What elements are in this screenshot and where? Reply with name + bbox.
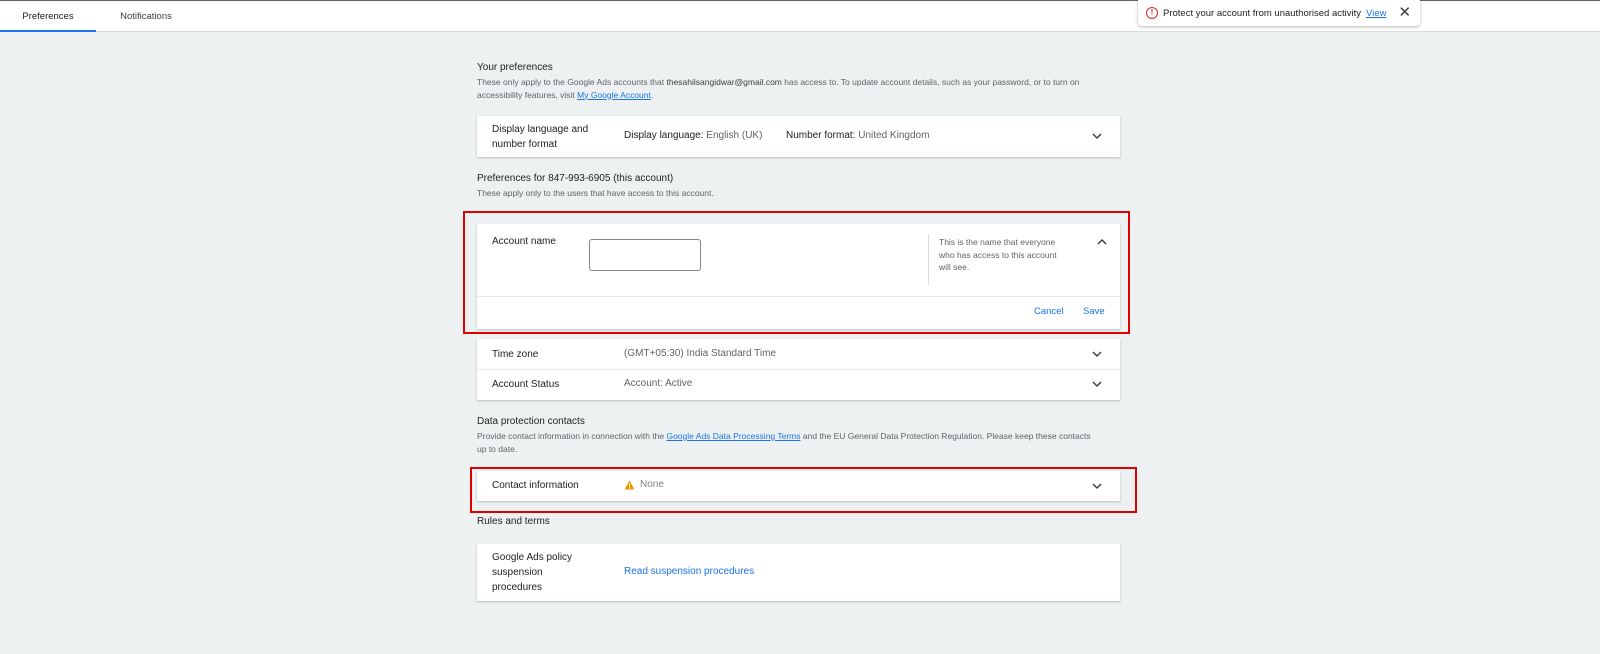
close-icon[interactable]: ✕ — [1398, 5, 1411, 20]
account-status-row[interactable]: Account Status Account: Active — [477, 370, 1120, 400]
display-language-label: Display language and number format — [492, 122, 588, 152]
tab-preferences-label: Preferences — [22, 11, 74, 22]
label-line: Google Ads policy — [492, 552, 573, 563]
contact-information-label: Contact information — [492, 480, 579, 491]
language-key: Display language: — [624, 130, 704, 141]
security-alert-toast: ! Protect your account from unauthorised… — [1138, 0, 1420, 26]
tab-preferences[interactable]: Preferences — [0, 1, 96, 32]
language-value: English (UK) — [706, 130, 763, 141]
active-tab-indicator — [0, 30, 96, 32]
display-language-value: Display language: English (UK) — [624, 130, 762, 141]
account-preferences-description: These apply only to the users that have … — [477, 188, 714, 198]
desc-text: These only apply to the Google Ads accou… — [477, 77, 667, 87]
tab-notifications-label: Notifications — [120, 11, 172, 22]
time-zone-value: (GMT+05:30) India Standard Time — [624, 348, 777, 359]
label-line: procedures — [492, 582, 543, 593]
chevron-down-icon[interactable] — [1090, 129, 1104, 143]
rules-terms-heading: Rules and terms — [477, 516, 550, 527]
time-zone-label: Time zone — [492, 349, 539, 360]
account-name-editor: Account name This is the name that every… — [477, 224, 1120, 329]
label-line: number format — [492, 139, 558, 150]
desc-text: Provide contact information in connectio… — [477, 431, 667, 441]
data-protection-heading: Data protection contacts — [477, 416, 585, 427]
label-line: Display language and — [492, 124, 589, 135]
time-zone-row[interactable]: Time zone (GMT+05:30) India Standard Tim… — [477, 339, 1120, 369]
chevron-down-icon[interactable] — [1090, 479, 1104, 493]
suspension-procedures-row: Google Ads policy suspension procedures … — [477, 544, 1120, 601]
number-format-key: Number format: — [786, 130, 856, 141]
desc-text: . — [650, 89, 654, 100]
account-preferences-heading: Preferences for 847-993-6905 (this accou… — [477, 173, 674, 184]
number-format-val: United Kingdom — [858, 130, 930, 141]
your-preferences-heading: Your preferences — [477, 62, 553, 73]
my-google-account-link[interactable]: My Google Account — [577, 90, 651, 100]
alert-view-link[interactable]: View — [1366, 8, 1386, 19]
card-footer-divider — [477, 296, 1120, 297]
contact-information-value: None — [624, 479, 664, 490]
your-preferences-description: These only apply to the Google Ads accou… — [477, 76, 1127, 101]
suspension-procedures-label: Google Ads policy suspension procedures — [492, 550, 572, 595]
account-settings-list: Time zone (GMT+05:30) India Standard Tim… — [477, 339, 1120, 400]
user-email: thesahilsangidwar@gmail.com — [666, 77, 782, 87]
number-format-value: Number format: United Kingdom — [786, 130, 929, 141]
chevron-down-icon[interactable] — [1090, 347, 1104, 361]
chevron-down-icon[interactable] — [1090, 377, 1104, 391]
warning-icon — [624, 480, 635, 489]
save-button[interactable]: Save — [1083, 306, 1105, 317]
data-protection-description: Provide contact information in connectio… — [477, 430, 1102, 455]
display-language-row[interactable]: Display language and number format Displ… — [477, 116, 1120, 157]
read-suspension-procedures-link[interactable]: Read suspension procedures — [624, 566, 754, 577]
divider — [928, 234, 929, 285]
alert-message: Protect your account from unauthorised a… — [1163, 7, 1362, 19]
account-status-label: Account Status — [492, 379, 560, 390]
account-status-value: Account: Active — [624, 378, 693, 389]
error-icon: ! — [1146, 7, 1158, 19]
account-name-help: This is the name that everyone who has a… — [939, 237, 1057, 272]
account-name-input[interactable] — [589, 239, 701, 271]
account-name-label: Account name — [492, 236, 556, 247]
chevron-up-icon[interactable] — [1095, 235, 1109, 249]
contact-value-text: None — [640, 479, 664, 490]
data-processing-terms-link[interactable]: Google Ads Data Processing Terms — [666, 431, 800, 441]
contact-information-row[interactable]: Contact information None — [477, 471, 1120, 501]
tab-notifications[interactable]: Notifications — [108, 1, 184, 32]
label-line: suspension — [492, 567, 543, 578]
cancel-button[interactable]: Cancel — [1034, 306, 1064, 317]
